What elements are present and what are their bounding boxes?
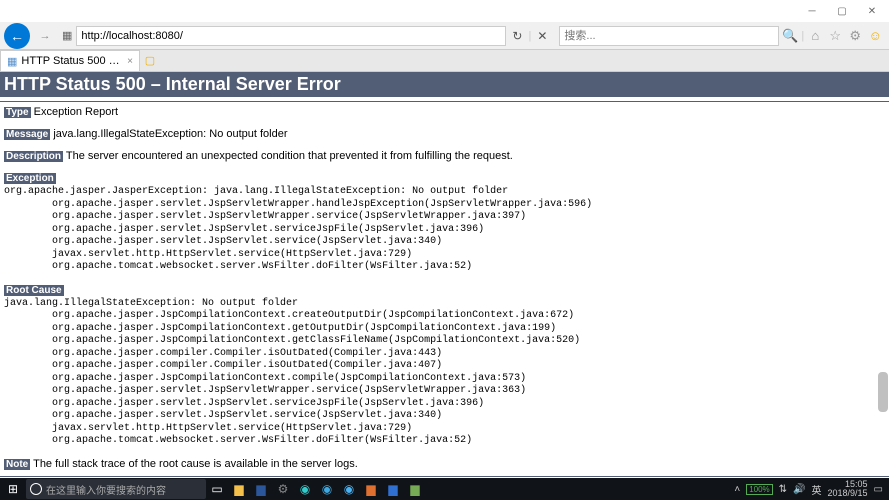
message-value: java.lang.IllegalStateException: No outp… [53,128,287,140]
rootcause-trace: java.lang.IllegalStateException: No outp… [0,296,889,450]
cortana-placeholder: 在这里输入你要搜索的内容 [46,482,166,497]
tab-close-button[interactable]: × [127,56,133,67]
window-titlebar: ─ ▢ ✕ [0,0,889,22]
tab-favicon: ▦ [7,55,17,68]
taskbar-app-word[interactable]: ▆ [250,478,272,500]
exception-trace: org.apache.jasper.JasperException: java.… [0,184,889,276]
page-content: HTTP Status 500 – Internal Server Error … [0,72,889,478]
message-label: Message [4,129,50,140]
description-value: The server encountered an unexpected con… [66,150,513,162]
battery-indicator[interactable]: 100% [746,484,772,495]
taskbar-app-qq[interactable]: ◉ [338,478,360,500]
taskbar-app-settings[interactable]: ⚙ [272,478,294,500]
taskbar-app-ie[interactable]: ◉ [316,478,338,500]
new-tab-button[interactable]: ▢ [140,50,160,71]
description-label: Description [4,151,63,162]
maximize-button[interactable]: ▢ [827,1,857,21]
tab-title: HTTP Status 500 – Intern... [21,55,123,67]
cortana-icon [30,483,42,495]
back-button[interactable]: ← [4,23,30,49]
emoji-button[interactable]: ☺ [866,28,884,43]
favorites-button[interactable]: ☆ [826,28,844,44]
clock-date: 2018/9/15 [828,489,868,498]
note-line: Note The full stack trace of the root ca… [0,456,889,472]
browser-toolbar: ← → ▦ ↻ | ✕ 🔍 | ⌂ ☆ ⚙ ☺ [0,22,889,50]
status-heading: HTTP Status 500 – Internal Server Error [0,72,889,97]
stop-button[interactable]: ✕ [533,29,551,43]
rootcause-label: Root Cause [4,285,64,296]
forward-button[interactable]: → [32,23,58,49]
address-bar[interactable] [76,26,506,46]
taskbar-app-2[interactable]: ▆ [382,478,404,500]
clock[interactable]: 15:05 2018/9/15 [828,480,868,498]
action-center-icon[interactable]: ▭ [874,484,883,495]
taskbar-app-3[interactable]: ▆ [404,478,426,500]
refresh-button[interactable]: ↻ [508,29,526,43]
system-tray: ˄ 100% ⇅ 🔊 英 15:05 2018/9/15 ▭ [734,480,889,498]
exception-label: Exception [4,173,56,184]
note-value: The full stack trace of the root cause i… [33,458,358,470]
type-value: Exception Report [34,106,118,118]
home-button[interactable]: ⌂ [806,28,824,43]
cortana-search[interactable]: 在这里输入你要搜索的内容 [26,479,206,499]
windows-taskbar: ⊞ 在这里输入你要搜索的内容 ▭ ▆ ▆ ⚙ ◉ ◉ ◉ ▆ ▆ ▆ ˄ 100… [0,478,889,500]
taskbar-app-edge[interactable]: ◉ [294,478,316,500]
start-button[interactable]: ⊞ [0,478,26,500]
tab-active[interactable]: ▦ HTTP Status 500 – Intern... × [0,50,140,71]
page-icon: ▦ [60,29,74,42]
description-line: Description The server encountered an un… [0,148,889,164]
type-label: Type [4,107,31,118]
taskbar-app-1[interactable]: ▆ [360,478,382,500]
type-line: Type Exception Report [0,104,889,120]
scrollbar-thumb[interactable] [878,372,888,412]
minimize-button[interactable]: ─ [797,1,827,21]
ime-indicator[interactable]: 英 [812,482,822,497]
volume-icon[interactable]: 🔊 [793,484,805,495]
tray-chevron-icon[interactable]: ˄ [734,484,740,495]
close-button[interactable]: ✕ [857,1,887,21]
search-button[interactable]: 🔍 [781,28,799,44]
note-label: Note [4,459,30,470]
message-line: Message java.lang.IllegalStateException:… [0,126,889,142]
browser-search-box[interactable] [559,26,779,46]
browser-tabs: ▦ HTTP Status 500 – Intern... × ▢ [0,50,889,72]
wifi-icon[interactable]: ⇅ [779,484,787,495]
settings-button[interactable]: ⚙ [846,28,864,44]
taskbar-app-explorer[interactable]: ▆ [228,478,250,500]
task-view-button[interactable]: ▭ [206,478,228,500]
